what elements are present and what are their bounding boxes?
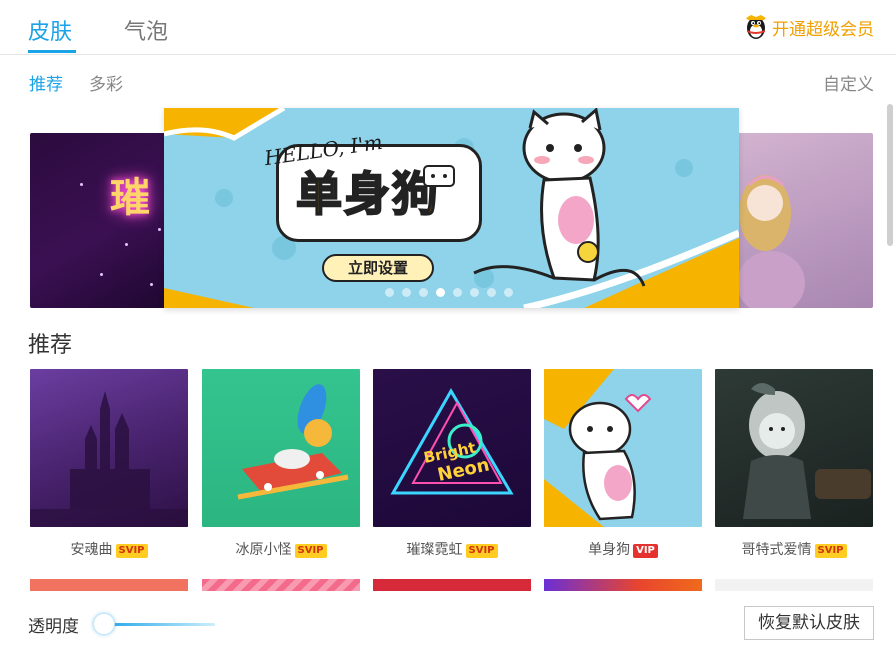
neon-triangle-illustration: Bright Neon [390,388,514,495]
skin-card-requiem[interactable]: 安魂曲 SVIP [30,369,188,559]
svip-badge: SVIP [294,544,327,558]
svip-badge: SVIP [465,544,498,558]
sparkle [158,228,161,231]
open-svip-label: 开通超级会员 [772,19,874,40]
skin-name: 冰原小怪 [235,542,292,558]
carousel-dot[interactable] [419,288,428,297]
castle-illustration [30,391,188,527]
qq-penguin-icon [746,15,766,39]
skin-thumbnail [202,369,360,527]
custom-skin-link[interactable]: 自定义 [823,70,874,95]
opacity-slider-knob[interactable] [93,613,115,635]
opacity-slider-track[interactable] [100,623,215,626]
skin-card-ice-monster[interactable]: 冰原小怪 SVIP [202,369,360,559]
white-cat-illustration [544,369,652,527]
skin-thumbnail [30,369,188,527]
open-svip-link[interactable]: 开通超级会员 [744,14,874,40]
carousel-prev-preview[interactable]: 璀 [30,133,170,308]
tab-skin[interactable]: 皮肤 [28,14,72,46]
carousel-dot[interactable] [487,288,496,297]
scrollbar-thumb[interactable] [887,104,893,246]
skin-thumbnail [715,369,873,527]
opacity-label: 透明度 [28,617,79,637]
princess-illustration [737,175,805,308]
carousel-pagination [385,288,513,297]
carousel-dot[interactable] [504,288,513,297]
subtab-recommended[interactable]: 推荐 [29,70,63,95]
apply-now-button[interactable]: 立即设置 [322,254,434,282]
skin-card-peek[interactable] [373,579,531,591]
skin-card-peek[interactable] [715,579,873,591]
white-cat-illustration [473,108,646,287]
skin-card-peek[interactable] [30,579,188,591]
bottom-bar: 透明度 恢复默认皮肤 [0,591,896,656]
sled-monster-illustration [237,384,349,500]
sparkle [80,183,83,186]
skin-name: 哥特式爱情 [741,542,812,558]
carousel-dot[interactable] [402,288,411,297]
sparkle [125,243,128,246]
carousel-banner[interactable]: HELLO, I'm 单身狗 立即设置 [164,108,739,308]
tab-bubble[interactable]: 气泡 [124,14,168,46]
top-tab-bar: 皮肤 气泡 开通超级会员 [0,0,896,55]
neon-text: 璀 [110,175,150,221]
svip-badge: SVIP [814,544,847,558]
carousel-dot[interactable] [470,288,479,297]
carousel-dot[interactable] [436,288,445,297]
active-tab-indicator [28,50,76,53]
sparkle [150,283,153,286]
sparkle [100,273,103,276]
cat-face-icon [423,165,455,187]
skin-name: 单身狗 [588,542,631,558]
skin-card-peek[interactable] [202,579,360,591]
skin-card-single-dog[interactable]: 单身狗 VIP [544,369,702,559]
skin-card-peek[interactable] [544,579,702,591]
svip-badge: SVIP [115,544,148,558]
skin-card-bright-neon[interactable]: Bright Neon 璀璨霓虹 SVIP [373,369,531,559]
vip-badge: VIP [633,544,658,558]
reset-default-skin-button[interactable]: 恢复默认皮肤 [744,606,874,640]
skin-thumbnail: Bright Neon [373,369,531,527]
banner-title: 单身狗 [295,166,440,222]
skin-thumbnail [544,369,702,527]
carousel-dot[interactable] [453,288,462,297]
skin-name: 安魂曲 [70,542,113,558]
carousel-dot[interactable] [385,288,394,297]
subtab-colorful[interactable]: 多彩 [89,70,123,95]
section-title: 推荐 [28,333,73,358]
carousel-next-preview[interactable] [735,133,873,308]
skin-card-gothic-love[interactable]: 哥特式爱情 SVIP [715,369,873,559]
gothic-doll-illustration [743,383,871,519]
skin-name: 璀璨霓虹 [406,542,463,558]
